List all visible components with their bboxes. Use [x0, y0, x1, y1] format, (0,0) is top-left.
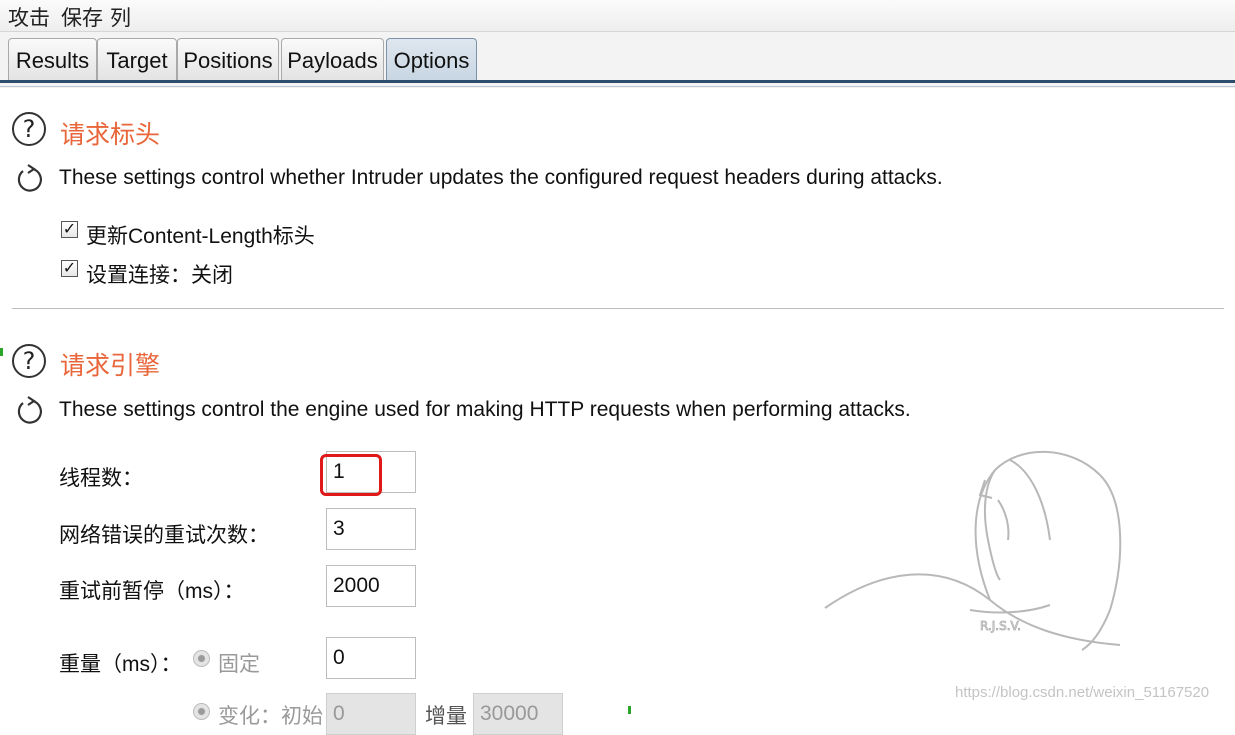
menu-attack[interactable]: 攻击: [8, 2, 50, 32]
menu-save[interactable]: 保存: [61, 2, 103, 32]
checkbox-update-content-length[interactable]: ✓: [61, 221, 78, 238]
menu-columns[interactable]: 列: [110, 2, 131, 32]
checkbox-label-set-connection-close: 设置连接：关闭: [86, 264, 233, 287]
section-title-request-engine: 请求引擎: [60, 352, 161, 380]
throttle-step-input[interactable]: 30000: [473, 693, 563, 735]
throttle-fixed-radio[interactable]: [193, 650, 210, 667]
throttle-variable-label: 变化：初始: [218, 705, 323, 728]
threads-highlight-box: [320, 454, 382, 496]
edge-marker: [628, 706, 631, 714]
throttle-fixed-label: 固定: [218, 653, 260, 676]
network-retries-label: 网络错误的重试次数：: [59, 524, 269, 547]
throttle-step-label: 增量: [425, 705, 467, 728]
help-icon[interactable]: ?: [12, 344, 46, 378]
retry-pause-input[interactable]: 2000: [326, 565, 416, 607]
section-divider: [12, 308, 1224, 309]
restore-defaults-icon[interactable]: [15, 163, 45, 195]
throttle-label: 重量（ms）：: [59, 653, 182, 676]
horse-logo-watermark: R.J.S.V.: [824, 450, 1122, 651]
tab-underline-shadow: [0, 86, 1235, 87]
watermark-logo-text: R.J.S.V.: [980, 619, 1021, 633]
restore-defaults-icon[interactable]: [15, 395, 45, 427]
tab-options[interactable]: Options: [386, 38, 477, 82]
menu-bar: 攻击 保存 列: [0, 0, 1235, 32]
edge-marker: [0, 348, 3, 356]
watermark-url: https://blog.csdn.net/weixin_51167520: [955, 684, 1210, 701]
checkbox-set-connection-close[interactable]: ✓: [61, 260, 78, 277]
network-retries-input[interactable]: 3: [326, 508, 416, 550]
threads-label: 线程数：: [59, 467, 143, 490]
tab-results[interactable]: Results: [8, 38, 97, 82]
retry-pause-label: 重试前暂停（ms）：: [59, 580, 245, 603]
tab-underline: [0, 80, 1235, 83]
section-title-request-headers: 请求标头: [60, 121, 161, 149]
section-description-request-headers: These settings control whether Intruder …: [59, 166, 943, 189]
checkbox-label-update-content-length: 更新Content-Length标头: [86, 225, 315, 248]
tab-payloads[interactable]: Payloads: [281, 38, 384, 82]
help-icon[interactable]: ?: [12, 112, 46, 146]
throttle-fixed-input[interactable]: 0: [326, 637, 416, 679]
tab-positions[interactable]: Positions: [177, 38, 279, 82]
tab-target[interactable]: Target: [97, 38, 177, 82]
section-description-request-engine: These settings control the engine used f…: [59, 398, 911, 421]
throttle-variable-start-input[interactable]: 0: [326, 693, 416, 735]
